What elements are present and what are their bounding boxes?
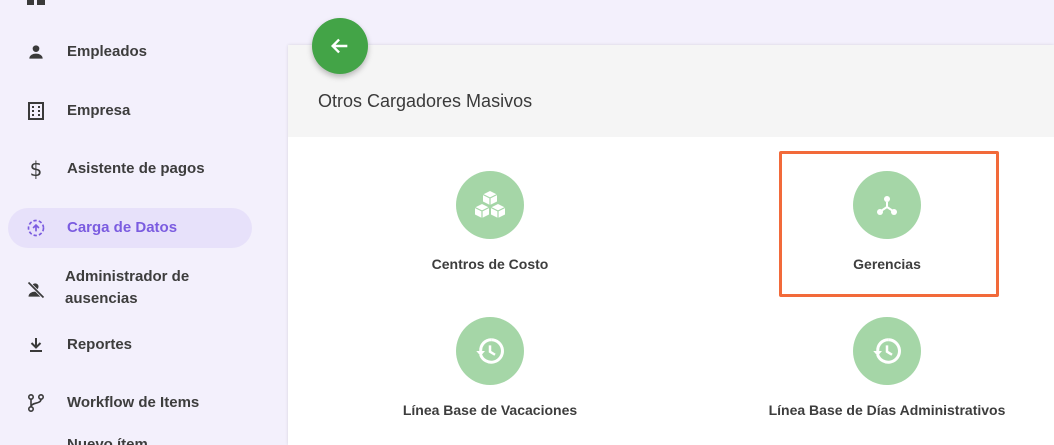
tile-label: Línea Base de Vacaciones bbox=[402, 402, 578, 418]
highlight-box bbox=[779, 151, 999, 297]
sidebar-item-asistente-pagos[interactable]: $ Asistente de pagos bbox=[8, 149, 252, 189]
history-icon bbox=[853, 317, 921, 385]
cubes-icon bbox=[456, 171, 524, 239]
sidebar-item-partial[interactable]: Nuevo ítem bbox=[67, 436, 148, 445]
page-title: Otros Cargadores Masivos bbox=[318, 91, 533, 111]
sidebar-item-label: Administrador de ausencias bbox=[65, 268, 190, 307]
dashboard-icon[interactable] bbox=[27, 0, 45, 5]
tile-centros-costo[interactable]: Centros de Costo bbox=[360, 171, 620, 291]
sidebar-item-ausencias[interactable]: Administrador de ausencias bbox=[8, 266, 252, 310]
sidebar-item-reportes[interactable]: Reportes bbox=[8, 325, 252, 365]
person-icon bbox=[24, 40, 48, 64]
sidebar-item-label: Carga de Datos bbox=[67, 219, 178, 236]
back-button[interactable] bbox=[312, 18, 368, 74]
sidebar-item-label: Empleados bbox=[67, 43, 148, 60]
dollar-icon: $ bbox=[29, 157, 43, 181]
sidebar-item-label: Empresa bbox=[67, 102, 131, 119]
tile-label: Centros de Costo bbox=[431, 256, 549, 272]
sidebar-item-label: Reportes bbox=[67, 336, 133, 353]
card-header: Otros Cargadores Masivos bbox=[288, 45, 1054, 137]
sidebar-item-carga-datos[interactable]: Carga de Datos bbox=[8, 208, 252, 248]
download-icon bbox=[24, 333, 48, 357]
sidebar-item-empresa[interactable]: Empresa bbox=[8, 91, 252, 131]
tile-label: Línea Base de Días Administrativos bbox=[768, 402, 1006, 418]
arrow-left-icon bbox=[330, 38, 348, 54]
fork-icon bbox=[24, 391, 48, 415]
tile-linea-base-dias-admin[interactable]: Línea Base de Días Administrativos bbox=[757, 317, 1017, 437]
person-off-icon bbox=[24, 278, 48, 302]
sidebar: Empleados Empresa $ Asistente de pagos C… bbox=[0, 0, 287, 445]
sidebar-item-workflow[interactable]: Workflow de Items bbox=[8, 383, 252, 423]
building-icon bbox=[24, 99, 48, 123]
history-icon bbox=[456, 317, 524, 385]
sidebar-item-label: Workflow de Items bbox=[67, 394, 200, 411]
upload-circle-icon bbox=[24, 216, 48, 240]
sidebar-item-label: Asistente de pagos bbox=[67, 160, 205, 177]
tile-linea-base-vacaciones[interactable]: Línea Base de Vacaciones bbox=[360, 317, 620, 437]
sidebar-item-empleados[interactable]: Empleados bbox=[8, 32, 252, 72]
